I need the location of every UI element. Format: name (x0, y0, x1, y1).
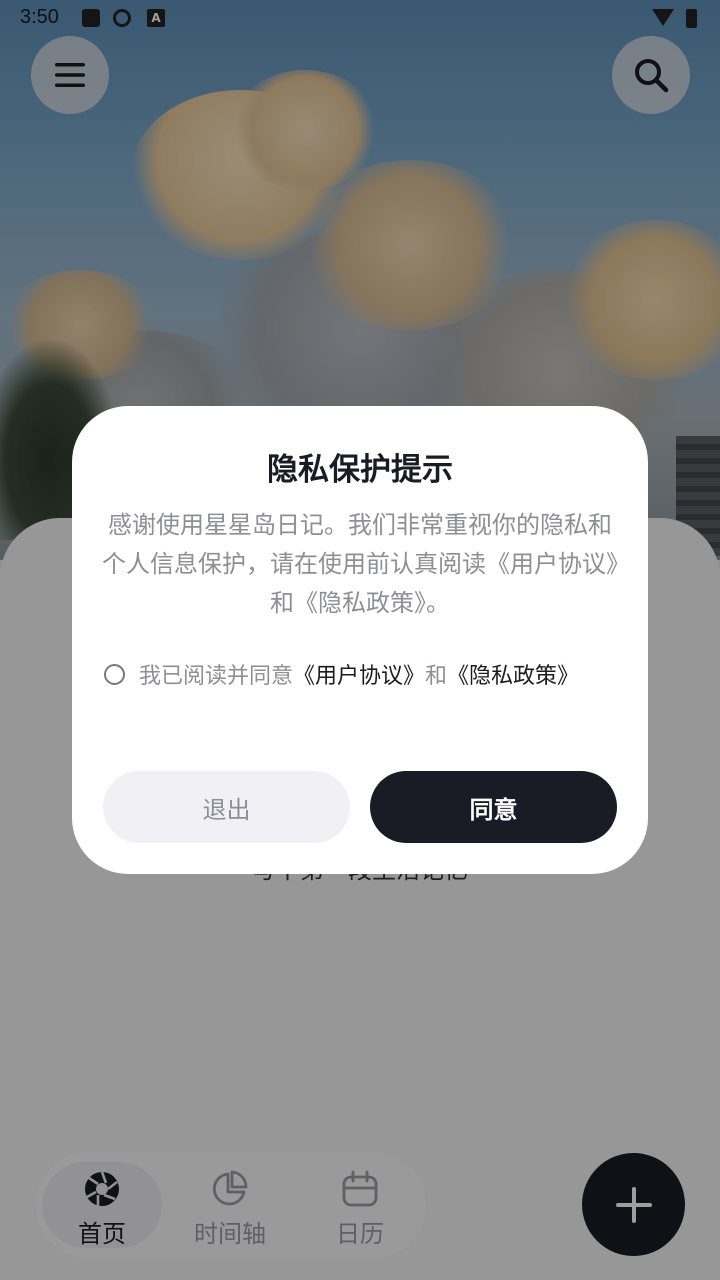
consent-row: 我已阅读并同意《用户协议》和《隐私政策》 (104, 658, 624, 690)
agree-button[interactable]: 同意 (370, 771, 617, 843)
dialog-body: 感谢使用星星岛日记。我们非常重视你的隐私和个人信息保护，请在使用前认真阅读《用户… (102, 511, 618, 617)
consent-prefix: 我已阅读并同意 (139, 664, 294, 689)
dialog-title: 隐私保护提示 (267, 452, 453, 488)
privacy-dialog: 隐私保护提示 感谢使用星星岛日记。我们非常重视你的隐私和个人信息保护，请在使用前… (72, 406, 648, 874)
consent-text: 我已阅读并同意《用户协议》和《隐私政策》 (139, 658, 579, 690)
consent-checkbox[interactable] (104, 663, 125, 685)
user-agreement-link[interactable]: 《用户协议》 (293, 664, 425, 689)
consent-and: 和 (425, 664, 448, 689)
app-screen: 3:50 A 写下第一段生活记忆 首页 (0, 0, 720, 1280)
exit-button[interactable]: 退出 (103, 771, 350, 843)
privacy-policy-link[interactable]: 《隐私政策》 (447, 664, 579, 689)
